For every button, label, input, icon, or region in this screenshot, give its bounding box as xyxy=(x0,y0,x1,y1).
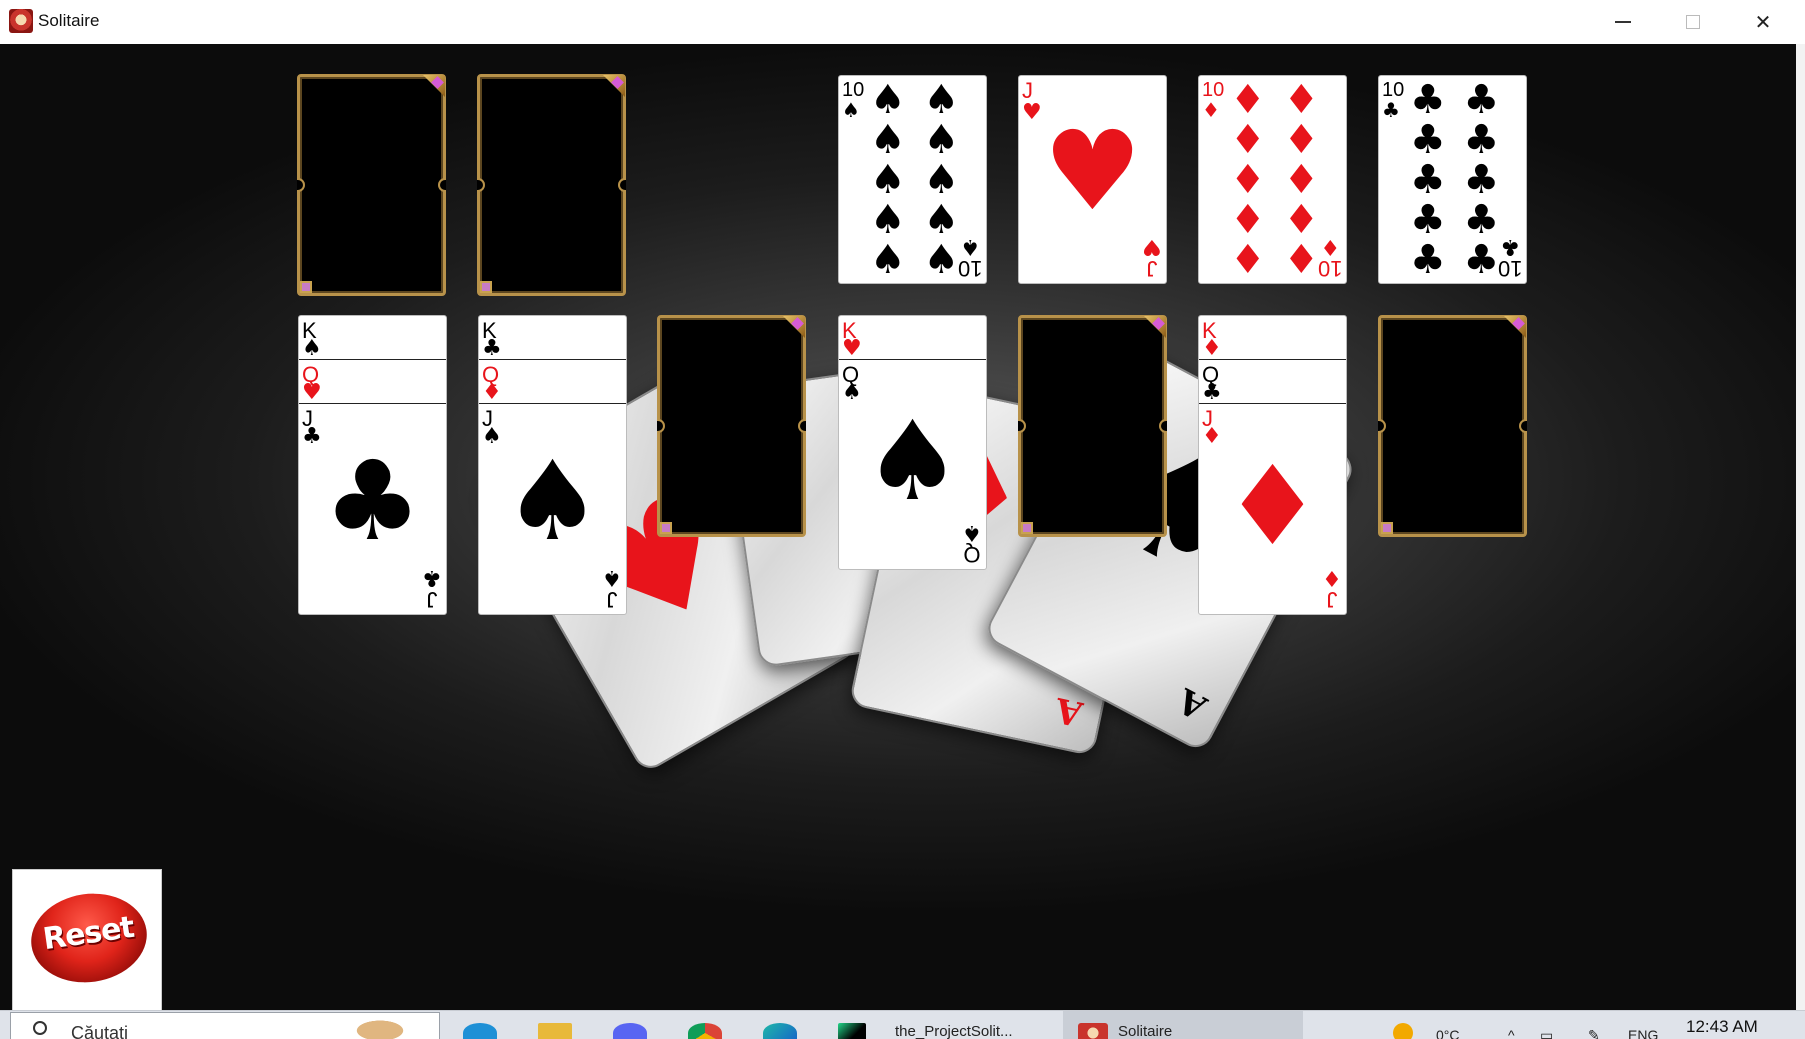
bg-ace-diamonds-rank: A xyxy=(1051,689,1086,734)
edge-icon[interactable] xyxy=(763,1023,797,1039)
window-right-edge xyxy=(1796,44,1805,1010)
card-corner-bottom: J ♣ xyxy=(422,565,442,612)
pip-grid: ♦ ♦ ♦ ♦ ♦ ♦ ♦ ♦ ♦ ♦ xyxy=(1229,77,1320,283)
pip-grid: ♠ ♠ ♠ ♠ ♠ ♠ ♠ ♠ ♠ ♠ xyxy=(869,77,960,283)
taskbar-search[interactable]: Căutați xyxy=(10,1012,440,1039)
spade-icon: ♠ xyxy=(302,336,322,361)
card-corner-bottom: J ♥ xyxy=(1142,234,1162,281)
bg-ace-spades-rank: A xyxy=(1170,679,1213,728)
spade-icon: ♠ xyxy=(842,98,860,122)
window-title: Solitaire xyxy=(38,11,100,30)
foundation-diamonds[interactable]: 10 ♦ ♦ ♦ ♦ ♦ ♦ ♦ ♦ ♦ ♦ ♦ 10 ♦ xyxy=(1198,75,1347,284)
club-icon: ♣ xyxy=(482,336,502,361)
file-explorer-icon[interactable] xyxy=(538,1023,572,1039)
stock-pile-slot[interactable] xyxy=(297,74,446,296)
waste-pile-slot[interactable] xyxy=(477,74,626,296)
chevron-up-icon[interactable]: ^ xyxy=(1508,1027,1515,1039)
foundation-hearts[interactable]: J ♥ ♥ J ♥ xyxy=(1018,75,1167,284)
tableau-column-1[interactable]: K ♠ Q ♥ J ♣ ♣ J ♣ xyxy=(298,315,447,615)
discord-icon[interactable] xyxy=(613,1023,647,1039)
diamond-icon: ♦ xyxy=(482,380,502,405)
big-spade-icon: ♠ xyxy=(503,437,602,565)
reset-label: Reset xyxy=(40,909,136,957)
skype-icon[interactable] xyxy=(463,1023,497,1039)
title-bar[interactable]: Solitaire ✕ xyxy=(0,0,1805,44)
club-icon: ♣ xyxy=(1202,380,1222,405)
chrome-icon[interactable] xyxy=(688,1023,722,1039)
pycharm-icon[interactable] xyxy=(838,1023,866,1039)
maximize-icon xyxy=(1686,15,1700,29)
diamond-icon: ♦ xyxy=(1202,98,1220,122)
system-clock[interactable]: 12:43 AM xyxy=(1686,1017,1758,1037)
tableau-column-7-empty[interactable] xyxy=(1378,315,1527,537)
spade-icon: ♠ xyxy=(482,424,502,449)
club-icon: ♣ xyxy=(1382,98,1400,122)
minimize-icon xyxy=(1615,21,1631,23)
minimize-button[interactable] xyxy=(1588,0,1658,44)
taskbar: Căutați the_ProjectSolit... Solitaire 0°… xyxy=(0,1010,1805,1039)
close-icon: ✕ xyxy=(1754,11,1772,34)
solitaire-task-button[interactable]: Solitaire xyxy=(1063,1011,1303,1039)
game-table: ♥ A A ♦ A ♠ A 10 ♠ ♠♠♠♠♠♠♠♠♠♠ 10♠ J ♥ ♥ … xyxy=(0,44,1796,1010)
foundation-clubs[interactable]: 10 ♣ ♣ ♣ ♣ ♣ ♣ ♣ ♣ ♣ ♣ ♣ 10 ♣ xyxy=(1378,75,1527,284)
search-icon xyxy=(33,1021,47,1035)
pip-grid: ♣ ♣ ♣ ♣ ♣ ♣ ♣ ♣ ♣ ♣ xyxy=(1409,77,1500,283)
spade-icon: ♠ xyxy=(842,380,862,405)
big-heart-icon: ♥ xyxy=(1043,107,1142,235)
pycharm-task-label[interactable]: the_ProjectSolit... xyxy=(895,1023,1013,1039)
heart-icon: ♥ xyxy=(302,380,322,405)
card-corner-bottom: J ♦ xyxy=(1322,565,1342,612)
card-corner-bottom: Q ♠ xyxy=(962,520,982,567)
big-diamond-icon: ♦ xyxy=(1223,442,1322,570)
search-highlight-image xyxy=(356,1015,416,1039)
tableau-column-5-empty[interactable] xyxy=(1018,315,1167,537)
diamond-icon: ♦ xyxy=(1202,424,1222,449)
card-corner-bottom: J ♠ xyxy=(602,565,622,612)
diamond-icon: ♦ xyxy=(1202,336,1222,361)
tableau-column-4[interactable]: K ♥ Q ♠ ♠ Q ♠ xyxy=(838,315,987,570)
search-placeholder: Căutați xyxy=(71,1023,129,1039)
solitaire-app-icon xyxy=(9,9,33,33)
pen-icon[interactable]: ✎ xyxy=(1588,1027,1600,1039)
reset-button[interactable]: Reset xyxy=(25,886,153,990)
foundation-spades[interactable]: 10 ♠ ♠ ♠ ♠ ♠ ♠ ♠ ♠ ♠ ♠ ♠ 10 ♠ xyxy=(838,75,987,284)
big-spade-icon: ♠ xyxy=(863,397,962,525)
card-corner-bottom: 10 ♠ xyxy=(957,234,982,281)
card-corner-bottom: 10 ♣ xyxy=(1497,234,1522,281)
tableau-column-2[interactable]: K ♣ Q ♦ J ♠ ♠ J ♠ xyxy=(478,315,627,615)
solitaire-task-label: Solitaire xyxy=(1118,1023,1173,1039)
solitaire-task-icon xyxy=(1078,1023,1108,1039)
network-icon[interactable]: ▭ xyxy=(1540,1027,1553,1039)
club-icon: ♣ xyxy=(302,424,322,449)
language-indicator[interactable]: ENG xyxy=(1628,1027,1658,1039)
weather-temperature[interactable]: 0°C xyxy=(1436,1027,1460,1039)
card-corner-bottom: 10 ♦ xyxy=(1317,234,1342,281)
heart-icon: ♥ xyxy=(842,336,862,361)
big-club-icon: ♣ xyxy=(323,437,422,565)
tableau-column-3-empty[interactable] xyxy=(657,315,806,537)
card-rank: J xyxy=(1022,78,1033,103)
weather-icon[interactable] xyxy=(1393,1023,1413,1039)
reset-panel: Reset xyxy=(12,869,162,1011)
close-button[interactable]: ✕ xyxy=(1728,0,1798,44)
tableau-column-6[interactable]: K ♦ Q ♣ J ♦ ♦ J ♦ xyxy=(1198,315,1347,615)
maximize-button[interactable] xyxy=(1658,0,1728,44)
